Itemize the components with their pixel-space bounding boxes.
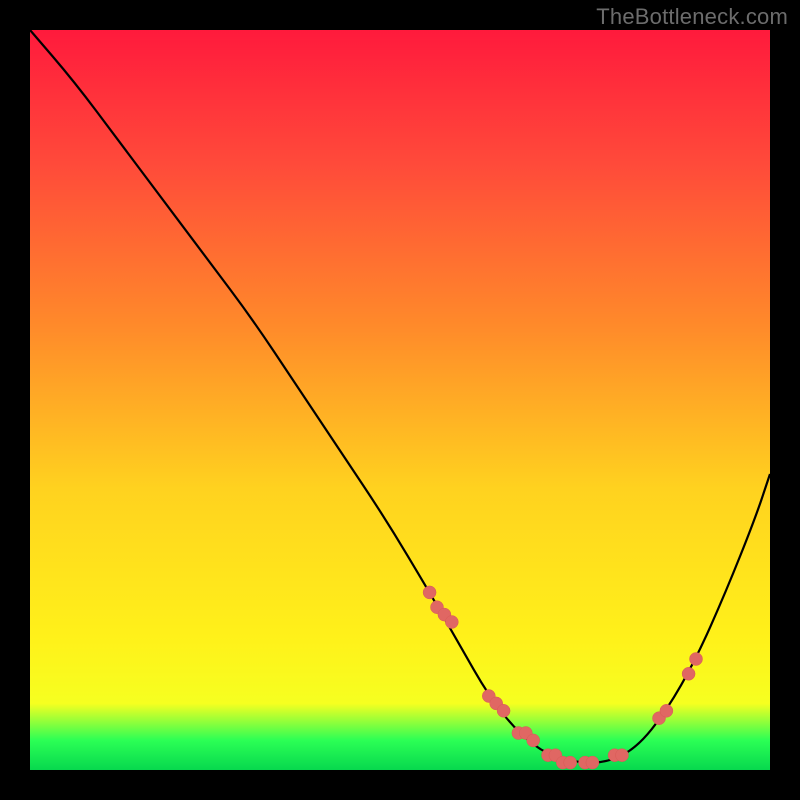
marker-dot [586, 756, 599, 769]
marker-dot [690, 653, 703, 666]
watermark-text: TheBottleneck.com [596, 4, 788, 30]
marker-dot [660, 704, 673, 717]
marker-dot [682, 667, 695, 680]
bottleneck-curve [30, 30, 770, 763]
plot-area [30, 30, 770, 770]
marker-dot [616, 749, 629, 762]
marker-dots-group [423, 586, 702, 769]
chart-frame: TheBottleneck.com [0, 0, 800, 800]
marker-dot [497, 704, 510, 717]
marker-dot [527, 734, 540, 747]
marker-dot [445, 616, 458, 629]
marker-dot [423, 586, 436, 599]
marker-dot [564, 756, 577, 769]
curve-svg [30, 30, 770, 770]
